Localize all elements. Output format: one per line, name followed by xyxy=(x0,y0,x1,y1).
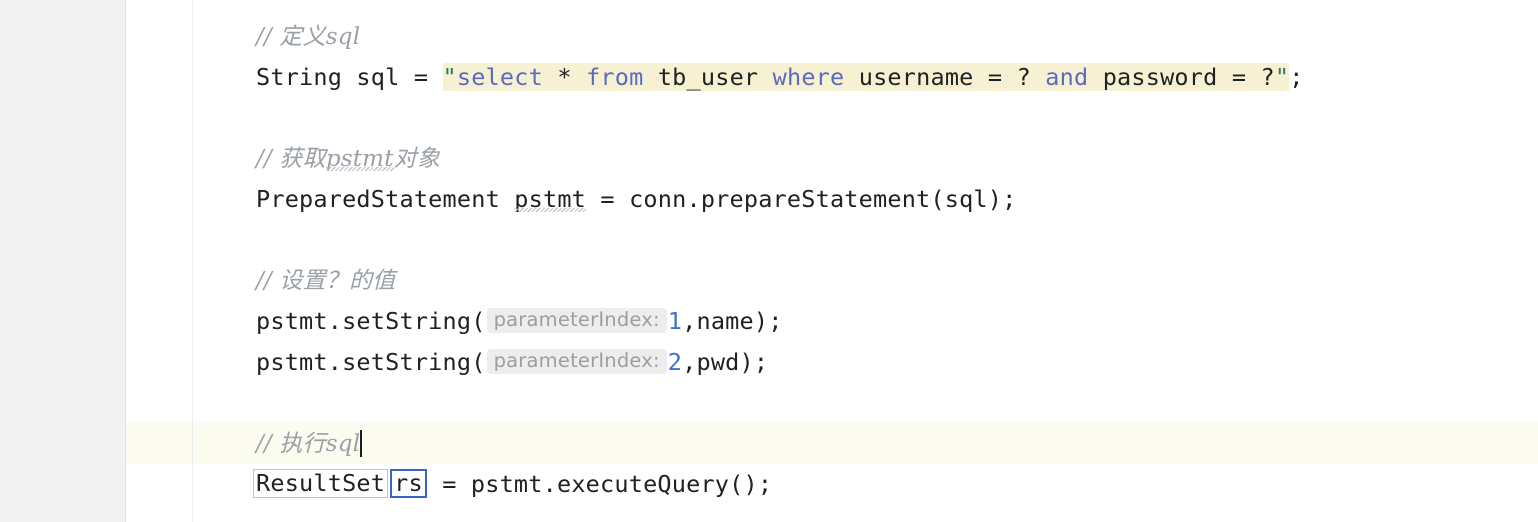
sql-keyword-from: from xyxy=(586,63,644,91)
parameter-hint-badge[interactable]: parameterIndex: xyxy=(486,308,667,334)
number-literal: 1 xyxy=(667,307,683,335)
sql-keyword-select: select xyxy=(456,63,543,91)
sql-space xyxy=(844,63,858,91)
assignment-expression: = pstmt.executeQuery(); xyxy=(427,470,773,498)
sql-column-password: password xyxy=(1102,63,1218,91)
statement-terminator: ; xyxy=(1289,63,1304,91)
sql-operator: = ? xyxy=(973,63,1046,91)
code-line-34[interactable]: 34 pstmt.setString(parameterIndex:1,name… xyxy=(0,301,1538,342)
sql-table-name: tb_user xyxy=(657,63,759,91)
code-line-30[interactable]: 30 // 获取pstmt对象 xyxy=(0,138,1538,179)
code-line-39[interactable]: 39 xyxy=(0,505,1538,522)
line-content: pstmt.setString(parameterIndex: 1,name); xyxy=(256,301,783,342)
live-template-variable-field[interactable]: rs xyxy=(390,469,427,499)
code-line-35[interactable]: 35 pstmt.setString(parameterIndex:2,pwd)… xyxy=(0,342,1538,383)
code-editor[interactable]: 26 27 // 定义sql 28 String sql = "select *… xyxy=(0,0,1538,522)
line-content: ResultSet rs = pstmt.executeQuery(); xyxy=(253,464,773,505)
sql-operator: = ? xyxy=(1217,63,1275,91)
comment-token: // 设置？的值 xyxy=(256,268,396,294)
sql-injection-region: "select * from tb_user where username = … xyxy=(442,63,1290,91)
string-open-quote: " xyxy=(442,63,457,91)
method-call-token: pstmt.setString( xyxy=(256,348,486,376)
sql-space xyxy=(543,63,557,91)
line-content: PreparedStatement pstmt = conn.prepareSt… xyxy=(256,179,1016,220)
code-line-37[interactable]: 37 // 执行sql xyxy=(0,423,1538,464)
line-content: // 执行sql xyxy=(256,423,363,464)
sql-keyword-and: and xyxy=(1045,63,1089,91)
sql-space xyxy=(1088,63,1102,91)
code-line-32[interactable]: 32 xyxy=(0,220,1538,261)
line-content: pstmt.setString(parameterIndex: 2,pwd); xyxy=(256,342,768,383)
code-line-28[interactable]: 28 String sql = "select * from tb_user w… xyxy=(0,57,1538,98)
method-args-tail: ,name); xyxy=(682,307,783,335)
code-line-36[interactable]: 36 xyxy=(0,383,1538,424)
comment-text-post: 对象 xyxy=(393,146,441,172)
live-template-type-field[interactable]: ResultSet xyxy=(253,469,389,499)
line-content: // 定义sql xyxy=(256,16,360,57)
method-args-tail: ,pwd); xyxy=(682,348,769,376)
line-number-gutter[interactable] xyxy=(0,0,126,522)
sql-space xyxy=(758,63,772,91)
code-line-26[interactable]: 26 xyxy=(0,0,1538,17)
line-content: String sql = "select * from tb_user wher… xyxy=(256,57,1304,98)
code-lines: 26 27 // 定义sql 28 String sql = "select *… xyxy=(0,0,1538,522)
sql-star: * xyxy=(557,63,572,91)
spellcheck-warning-pstmt: pstmt xyxy=(514,185,587,213)
parameter-hint-badge[interactable]: parameterIndex: xyxy=(486,349,667,375)
declaration-token: String sql = xyxy=(256,63,443,91)
code-line-33[interactable]: 33 // 设置？的值 xyxy=(0,260,1538,301)
type-token: PreparedStatement xyxy=(256,185,515,213)
spellcheck-warning-pstmt: pstmt xyxy=(325,146,394,172)
number-literal: 2 xyxy=(667,348,683,376)
text-caret xyxy=(360,430,363,457)
code-line-38[interactable]: 38 ResultSetrs = pstmt.executeQuery(); xyxy=(0,464,1538,505)
sql-space xyxy=(572,63,586,91)
comment-token: // 获取pstmt对象 xyxy=(256,146,440,172)
line-content: // 获取pstmt对象 xyxy=(256,138,440,179)
comment-text-pre: // 获取 xyxy=(256,146,326,172)
assignment-expression: = conn.prepareStatement(sql); xyxy=(586,185,1017,213)
indent-guide xyxy=(192,0,193,522)
code-line-29[interactable]: 29 xyxy=(0,98,1538,139)
sql-space xyxy=(643,63,657,91)
code-line-31[interactable]: 31 PreparedStatement pstmt = conn.prepar… xyxy=(0,179,1538,220)
sql-column-username: username xyxy=(858,63,974,91)
line-content: // 设置？的值 xyxy=(256,260,395,301)
string-close-quote: " xyxy=(1274,63,1290,91)
code-line-27[interactable]: 27 // 定义sql xyxy=(0,16,1538,57)
method-call-token: pstmt.setString( xyxy=(256,307,486,335)
comment-token: // 执行sql xyxy=(256,431,361,457)
comment-token: // 定义sql xyxy=(256,24,361,50)
sql-keyword-where: where xyxy=(772,63,845,91)
